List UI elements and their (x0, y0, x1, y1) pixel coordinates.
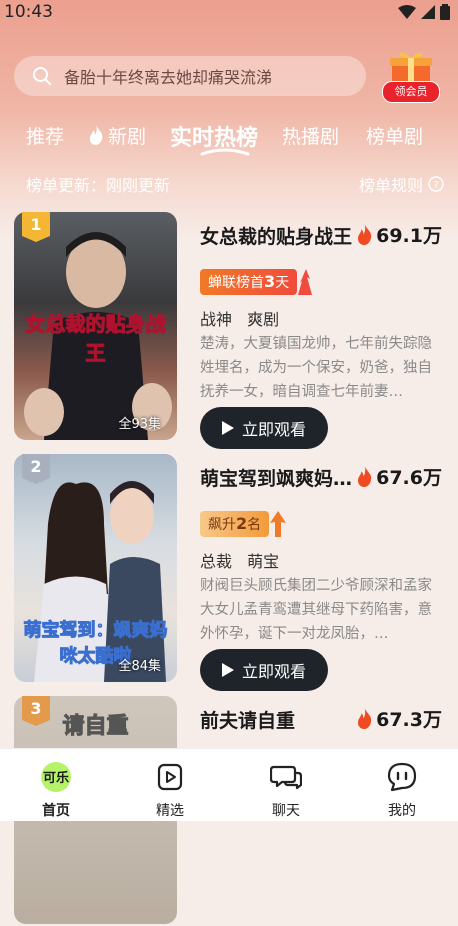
member-label: 领会员 (382, 81, 440, 103)
category-tabs: 推荐 新剧 实时热榜 热播剧 榜单剧 (0, 122, 458, 158)
nav-home-label: 首页 (42, 803, 70, 819)
heat-number: 67.6万 (376, 467, 442, 489)
ranking-tag-prefix: 蝉联榜首 (208, 275, 264, 291)
nav-chat-label: 聊天 (272, 803, 300, 819)
fire-icon (358, 224, 372, 245)
fire-icon (358, 708, 372, 729)
tab-new-label: 新剧 (108, 126, 147, 148)
drama-description: 财阀巨头顾氏集团二少爷顾深和孟家大女儿孟青鸾遭其继母下药陷害，意外怀孕，诞下一对… (200, 578, 432, 642)
flame-accent-icon (298, 269, 313, 295)
play-icon (221, 663, 234, 677)
ranking-tag-pill: 蝉联榜首3天 (200, 269, 298, 295)
drama-poster[interactable]: 女总裁的贴身战王 全93集 (14, 212, 177, 440)
drama-poster[interactable]: 萌宝驾到：飒爽妈咪太酷啦 全84集 (14, 454, 177, 682)
genre-tag: 爽剧 (247, 310, 280, 329)
tab-hot-playing[interactable]: 热播剧 (282, 122, 339, 149)
drama-title[interactable]: 前夫请自重 (200, 706, 360, 733)
active-tab-indicator (200, 148, 250, 156)
episode-count: 全93集 (118, 417, 161, 432)
video-play-icon (157, 763, 183, 791)
chat-bubbles-icon (270, 765, 302, 790)
ranking-tag: 蝉联榜首3天 (200, 269, 313, 295)
episode-count: 全84集 (118, 659, 161, 674)
ranking-tag-suffix: 天 (275, 275, 290, 291)
home-logo-icon: 可乐 (41, 762, 71, 792)
ranking-tag-suffix: 名 (247, 517, 262, 533)
signal-icon (421, 5, 435, 19)
genre-tags: 总裁 萌宝 (200, 548, 289, 572)
nav-home[interactable]: 可乐 首页 (6, 749, 106, 821)
status-time: 10:43 (4, 2, 53, 22)
up-arrow-icon (270, 511, 287, 537)
svg-text:?: ? (433, 180, 438, 191)
status-bar: 10:43 (0, 0, 458, 26)
member-button[interactable]: 领会员 (382, 48, 440, 104)
heat-value: 69.1万 (356, 221, 442, 248)
watch-now-label: 立即观看 (241, 420, 306, 439)
ranking-tag: 飙升2名 (200, 511, 287, 537)
fire-icon (89, 125, 103, 145)
rank-number: 1 (30, 215, 42, 234)
search-bar[interactable]: 备胎十年终离去她却痛哭流涕 (14, 56, 366, 96)
rank-number: 2 (30, 457, 42, 476)
heat-value: 67.6万 (356, 463, 442, 490)
drama-title[interactable]: 女总裁的贴身战王 (200, 222, 360, 249)
genre-tag: 战神 (200, 310, 233, 329)
chart-rules-link[interactable]: 榜单规则 ? (359, 172, 444, 196)
ranking-tag-prefix: 飙升 (208, 517, 236, 533)
heat-number: 69.1万 (376, 225, 442, 247)
genre-tag: 萌宝 (247, 552, 280, 571)
watch-now-label: 立即观看 (241, 662, 306, 681)
fire-icon (358, 466, 372, 487)
watch-now-button[interactable]: 立即观看 (200, 649, 328, 691)
wifi-icon (398, 5, 416, 19)
drama-description: 楚涛，大夏镇国龙帅，七年前失踪隐姓埋名，成为一个保安，奶爸，独自抚养一女，暗自调… (200, 336, 432, 400)
nav-mine-label: 我的 (388, 803, 416, 819)
heat-value: 67.3万 (356, 705, 442, 732)
nav-mine[interactable]: 我的 (352, 749, 452, 821)
search-placeholder: 备胎十年终离去她却痛哭流涕 (64, 68, 273, 87)
ranking-tag-pill: 飙升2名 (200, 511, 270, 537)
svg-text:可乐: 可乐 (43, 770, 69, 786)
heat-number: 67.3万 (376, 709, 442, 731)
ranking-tag-number: 3 (264, 272, 276, 291)
nav-featured-label: 精选 (156, 803, 184, 819)
tab-recommend[interactable]: 推荐 (26, 122, 64, 149)
bottom-navigation: 可乐 首页 精选 聊天 我的 (0, 748, 458, 821)
genre-tag: 总裁 (200, 552, 233, 571)
chart-rules-label: 榜单规则 (358, 176, 423, 195)
list-item[interactable]: 萌宝驾到：飒爽妈咪太酷啦 全84集 2 萌宝驾到飒爽妈… 67.6万 飙升2名 … (0, 454, 458, 691)
tab-new[interactable]: 新剧 (88, 122, 146, 149)
drama-title[interactable]: 萌宝驾到飒爽妈… (200, 464, 360, 491)
help-icon: ? (428, 176, 444, 192)
search-icon (33, 67, 51, 85)
ranking-tag-number: 2 (236, 514, 248, 533)
battery-icon (440, 4, 450, 20)
watch-now-button[interactable]: 立即观看 (200, 407, 328, 449)
nav-featured[interactable]: 精选 (120, 749, 220, 821)
play-icon (221, 421, 234, 435)
chart-update-text: 榜单更新：刚刚更新 (26, 176, 171, 195)
status-icons (398, 4, 450, 20)
list-item[interactable]: 女总裁的贴身战王 全93集 1 女总裁的贴身战王 69.1万 蝉联榜首3天 战神… (0, 212, 458, 449)
tab-chart-drama[interactable]: 榜单剧 (366, 122, 423, 149)
rank-number: 3 (30, 699, 42, 718)
nav-chat[interactable]: 聊天 (236, 749, 336, 821)
genre-tags: 战神 爽剧 (200, 306, 289, 330)
profile-face-icon (387, 762, 417, 792)
poster-title-text: 女总裁的贴身战王 (25, 312, 166, 366)
